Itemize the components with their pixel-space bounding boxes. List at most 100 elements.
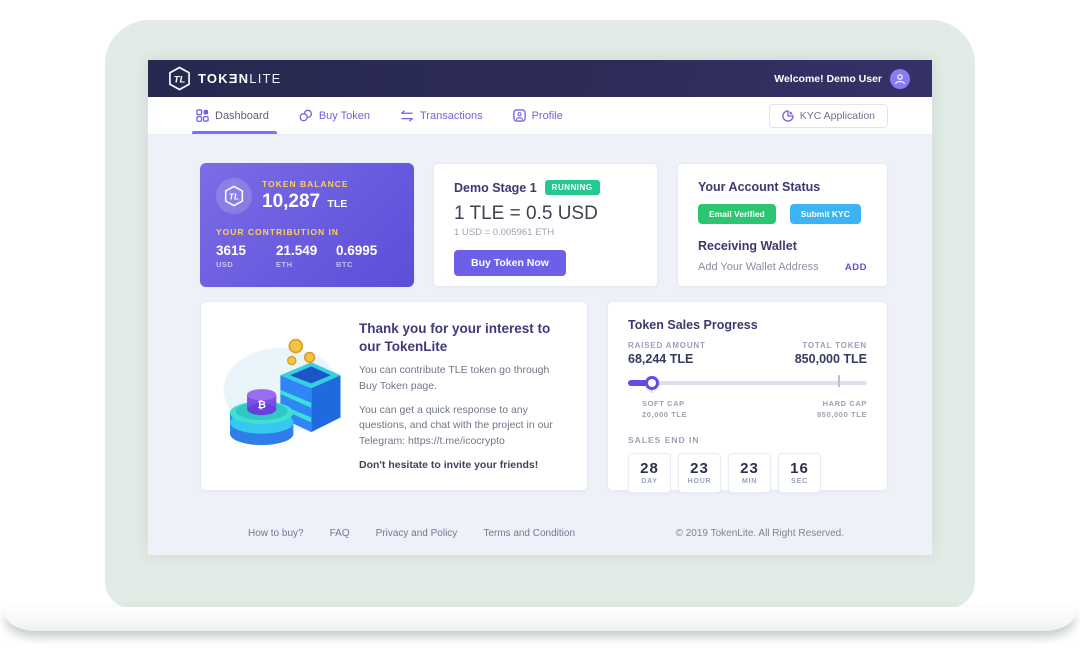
soft-cap-value: 20,000 TLE <box>642 409 687 420</box>
contribution-currency: BTC <box>336 260 396 269</box>
countdown-unit: DAY <box>641 478 658 485</box>
brand-name-bold: TOKƎN <box>198 71 249 86</box>
laptop-base <box>5 607 1075 631</box>
countdown-unit: HOUR <box>688 478 712 485</box>
token-subrate: 1 USD = 0.005961 ETH <box>454 227 637 238</box>
tab-label: Profile <box>532 110 563 122</box>
tab-buy-token[interactable]: Buy Token <box>299 97 370 134</box>
soft-cap-label: SOFT CAP <box>642 398 687 409</box>
contribution-value: 0.6995 <box>336 243 396 258</box>
dashboard-grid-icon <box>196 109 209 122</box>
svg-text:TL: TL <box>174 74 186 85</box>
receiving-wallet-title: Receiving Wallet <box>698 239 867 253</box>
balance-value: 10,287 <box>262 191 320 212</box>
countdown-day: 28 DAY <box>628 453 671 493</box>
tab-dashboard[interactable]: Dashboard <box>196 97 269 134</box>
brand-logo[interactable]: TL TOKƎNLITE <box>168 66 282 91</box>
buy-token-now-button[interactable]: Buy Token Now <box>454 250 566 276</box>
slider-track <box>628 381 867 385</box>
contribution-values: 3615 USD 21.549 ETH 0.6995 BTC <box>216 243 398 269</box>
footer-link-faq[interactable]: FAQ <box>330 528 350 539</box>
slider-knob[interactable] <box>645 376 659 390</box>
token-stage-card: Demo Stage 1 RUNNING 1 TLE = 0.5 USD 1 U… <box>433 163 658 287</box>
soft-cap-block: SOFT CAP 20,000 TLE <box>642 398 687 421</box>
dashboard-content: TL TOKEN BALANCE 10,287 TLE YOUR CONTRIB… <box>148 135 932 555</box>
contribution-currency: USD <box>216 260 276 269</box>
stage-title: Demo Stage 1 <box>454 181 537 195</box>
account-status-card: Your Account Status Email Verified Submi… <box>677 163 888 287</box>
total-token-label: TOTAL TOKEN <box>795 341 867 350</box>
email-verified-badge[interactable]: Email Verified <box>698 204 776 224</box>
brand-name-light: LITE <box>249 71 281 86</box>
token-balance-amount: 10,287 TLE <box>262 191 349 213</box>
thank-you-title: Thank you for your interest to our Token… <box>359 320 565 355</box>
countdown-value: 28 <box>640 460 659 477</box>
countdown-value: 23 <box>690 460 709 477</box>
tokenlite-hexagon-logo-icon: TL <box>168 66 191 91</box>
raised-amount-block: RAISED AMOUNT 68,244 TLE <box>628 341 706 366</box>
token-sales-progress-card: Token Sales Progress RAISED AMOUNT 68,24… <box>607 301 888 491</box>
app-header: TL TOKƎNLITE Welcome! Demo User <box>148 60 932 97</box>
footer-link-privacy[interactable]: Privacy and Policy <box>376 528 458 539</box>
hard-cap-label: HARD CAP <box>817 398 867 409</box>
contribution-value: 3615 <box>216 243 276 258</box>
sales-progress-slider <box>628 376 867 390</box>
app-footer: How to buy? FAQ Privacy and Policy Terms… <box>200 528 888 555</box>
swap-arrows-icon <box>400 110 414 122</box>
tab-label: Buy Token <box>319 110 370 122</box>
kyc-application-button[interactable]: KYC Application <box>769 104 888 128</box>
tab-label: Transactions <box>420 110 483 122</box>
profile-card-icon <box>513 109 526 122</box>
total-token-block: TOTAL TOKEN 850,000 TLE <box>795 341 867 366</box>
svg-text:TL: TL <box>229 191 239 201</box>
contribution-eth: 21.549 ETH <box>276 243 336 269</box>
token-balance-label: TOKEN BALANCE <box>262 179 349 189</box>
add-wallet-link[interactable]: ADD <box>845 262 867 273</box>
total-token-value: 850,000 TLE <box>795 352 867 366</box>
sales-progress-title: Token Sales Progress <box>628 318 867 332</box>
thank-you-paragraph-1: You can contribute TLE token go through … <box>359 363 565 395</box>
submit-kyc-badge[interactable]: Submit KYC <box>790 204 861 224</box>
kyc-button-label: KYC Application <box>800 110 875 122</box>
copyright-text: © 2019 TokenLite. All Right Reserved. <box>676 528 844 539</box>
contribution-usd: 3615 USD <box>216 243 276 269</box>
laptop-mockup: TL TOKƎNLITE Welcome! Demo User <box>0 0 1080 650</box>
crypto-coins-illustration: ₿ <box>217 323 347 473</box>
tab-profile[interactable]: Profile <box>513 97 563 134</box>
sales-end-label: SALES END IN <box>628 435 867 445</box>
countdown-min: 23 MIN <box>728 453 771 493</box>
coins-icon <box>299 109 313 122</box>
countdown-unit: SEC <box>791 478 808 485</box>
welcome-user-text: Welcome! Demo User <box>774 73 882 85</box>
contribution-value: 21.549 <box>276 243 336 258</box>
user-icon <box>894 73 906 85</box>
user-avatar[interactable] <box>890 69 910 89</box>
account-status-title: Your Account Status <box>698 180 867 194</box>
hard-cap-value: 850,000 TLE <box>817 409 867 420</box>
hard-cap-block: HARD CAP 850,000 TLE <box>817 398 867 421</box>
contribution-currency: ETH <box>276 260 336 269</box>
token-balance-card: TL TOKEN BALANCE 10,287 TLE YOUR CONTRIB… <box>200 163 414 287</box>
hard-cap-marker <box>838 375 840 387</box>
raised-amount-label: RAISED AMOUNT <box>628 341 706 350</box>
thank-you-card: ₿ Thank you for your interest to our Tok… <box>200 301 588 491</box>
countdown-sec: 16 SEC <box>778 453 821 493</box>
countdown-unit: MIN <box>742 478 757 485</box>
wallet-address-hint: Add Your Wallet Address <box>698 261 819 273</box>
token-rate: 1 TLE = 0.5 USD <box>454 203 637 225</box>
stage-status-badge: RUNNING <box>545 180 600 195</box>
main-navbar: Dashboard Buy Token Transactions <box>148 97 932 135</box>
countdown-hour: 23 HOUR <box>678 453 721 493</box>
contribution-btc: 0.6995 BTC <box>336 243 396 269</box>
countdown-value: 23 <box>740 460 759 477</box>
tab-transactions[interactable]: Transactions <box>400 97 483 134</box>
tab-label: Dashboard <box>215 110 269 122</box>
token-hexagon-icon: TL <box>216 178 252 214</box>
contribution-label: YOUR CONTRIBUTION IN <box>216 227 398 237</box>
kyc-pie-icon <box>782 110 794 122</box>
tokenlite-dashboard-window: TL TOKƎNLITE Welcome! Demo User <box>148 60 932 555</box>
balance-unit: TLE <box>327 198 347 210</box>
raised-amount-value: 68,244 TLE <box>628 352 706 366</box>
footer-link-terms[interactable]: Terms and Condition <box>483 528 575 539</box>
footer-link-how-to-buy[interactable]: How to buy? <box>248 528 304 539</box>
